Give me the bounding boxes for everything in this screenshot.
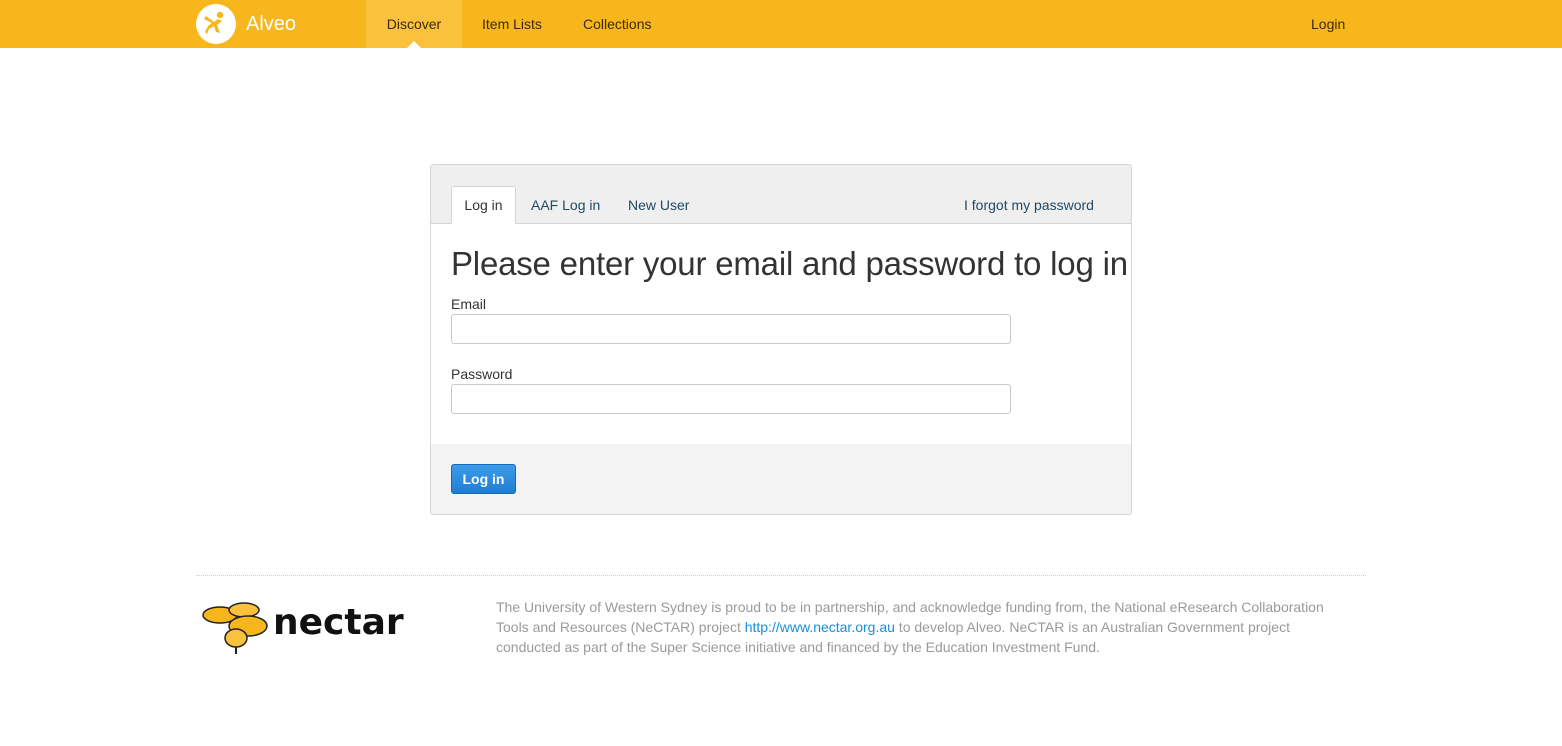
forgot-password-label: I forgot my password — [964, 197, 1094, 213]
brand-home-link[interactable]: Alveo — [196, 4, 296, 44]
login-form-actions: Log in — [431, 444, 1131, 514]
nectar-link[interactable]: http://www.nectar.org.au — [745, 619, 895, 635]
tab-log-in[interactable]: Log in — [451, 186, 516, 224]
active-caret-icon — [407, 41, 421, 48]
nav-collections-label: Collections — [583, 16, 652, 32]
footer-acknowledgement: The University of Western Sydney is prou… — [496, 597, 1356, 657]
tab-new-user[interactable]: New User — [616, 186, 701, 223]
forgot-password-link[interactable]: I forgot my password — [952, 186, 1106, 223]
login-heading: Please enter your email and password to … — [451, 245, 1128, 282]
nav-collections[interactable]: Collections — [563, 0, 671, 48]
password-label: Password — [451, 366, 513, 382]
password-field[interactable] — [451, 384, 1011, 414]
nav-item-lists[interactable]: Item Lists — [462, 0, 562, 48]
tab-new-user-label: New User — [628, 197, 690, 213]
nav-login[interactable]: Login — [1291, 0, 1365, 48]
top-navbar: Alveo Discover Item Lists Collections Lo… — [0, 0, 1562, 48]
email-field[interactable] — [451, 314, 1011, 344]
login-tabs-bar: Log in AAF Log in New User I forgot my p… — [431, 165, 1131, 224]
tab-log-in-label: Log in — [464, 197, 503, 213]
tab-aaf-log-in[interactable]: AAF Log in — [519, 186, 612, 223]
log-in-button[interactable]: Log in — [451, 464, 516, 494]
nav-discover-label: Discover — [386, 16, 442, 32]
login-panel: Log in AAF Log in New User I forgot my p… — [430, 164, 1132, 515]
nav-login-label: Login — [1311, 16, 1346, 32]
nectar-logo: nectar — [200, 598, 430, 658]
alveo-logo-icon — [196, 4, 236, 44]
nav-item-lists-label: Item Lists — [482, 16, 542, 32]
tab-aaf-log-in-label: AAF Log in — [531, 197, 601, 213]
nectar-logo-icon: nectar — [202, 602, 404, 654]
nav-discover[interactable]: Discover — [366, 0, 462, 48]
footer-divider — [196, 575, 1366, 576]
brand-name: Alveo — [246, 12, 297, 35]
nectar-logo-text: nectar — [273, 602, 404, 643]
email-label: Email — [451, 296, 487, 312]
